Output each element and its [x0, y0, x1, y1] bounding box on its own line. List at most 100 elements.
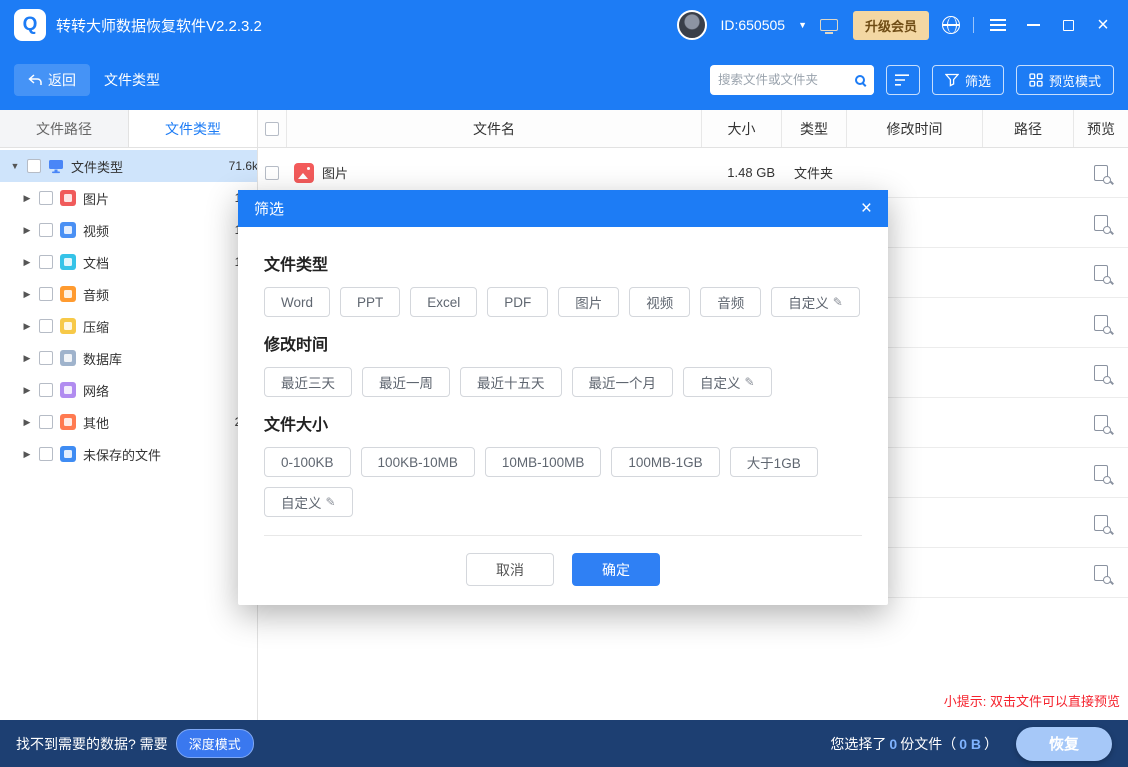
- chevron-down-icon[interactable]: ▼: [798, 20, 807, 30]
- filter-dialog-header: 筛选 ×: [238, 190, 888, 227]
- menu-button[interactable]: [987, 14, 1009, 36]
- close-button[interactable]: ×: [1092, 14, 1114, 36]
- tree-item-label: 压缩: [83, 317, 109, 336]
- header-checkbox-cell: [258, 110, 286, 147]
- checkbox[interactable]: [39, 223, 53, 237]
- expander-icon[interactable]: ▶: [22, 257, 32, 268]
- expander-open-icon[interactable]: ▼: [10, 161, 20, 171]
- tree-item-other[interactable]: ▶ 其他 22.9: [0, 406, 257, 438]
- column-type[interactable]: 类型: [781, 110, 846, 147]
- tab-file-path[interactable]: 文件路径: [0, 110, 129, 147]
- avatar[interactable]: [677, 10, 707, 40]
- preview-icon[interactable]: [1094, 465, 1108, 481]
- recover-button[interactable]: 恢复: [1016, 727, 1112, 761]
- filter-chip-video[interactable]: 视频: [629, 287, 690, 317]
- filter-chip-audio[interactable]: 音频: [700, 287, 761, 317]
- preview-icon[interactable]: [1094, 165, 1108, 181]
- checkbox[interactable]: [39, 191, 53, 205]
- column-filename[interactable]: 文件名: [286, 110, 701, 147]
- filter-chip-10mb-100mb[interactable]: 10MB-100MB: [485, 447, 602, 477]
- globe-icon[interactable]: [942, 16, 960, 34]
- maximize-icon: [1063, 20, 1074, 31]
- selection-middle: 份文件（: [900, 736, 956, 752]
- filter-chip-custom-size[interactable]: 自定义✎: [264, 487, 353, 517]
- checkbox[interactable]: [39, 255, 53, 269]
- sort-toggle-button[interactable]: [886, 65, 920, 95]
- tree-item-unsaved[interactable]: ▶ 未保存的文件 1: [0, 438, 257, 470]
- preview-icon[interactable]: [1094, 315, 1108, 331]
- preview-icon[interactable]: [1094, 265, 1108, 281]
- device-icon[interactable]: [820, 19, 838, 31]
- filter-chip-word[interactable]: Word: [264, 287, 330, 317]
- checkbox[interactable]: [39, 383, 53, 397]
- expander-icon[interactable]: ▶: [22, 417, 32, 428]
- filter-chip-image[interactable]: 图片: [558, 287, 619, 317]
- tree-item-images[interactable]: ▶ 图片 18.3: [0, 182, 257, 214]
- expander-icon[interactable]: ▶: [22, 385, 32, 396]
- expander-icon[interactable]: ▶: [22, 449, 32, 460]
- preview-mode-button[interactable]: 预览模式: [1016, 65, 1114, 95]
- column-preview[interactable]: 预览: [1073, 110, 1128, 147]
- checkbox[interactable]: [39, 447, 53, 461]
- expander-icon[interactable]: ▶: [22, 289, 32, 300]
- preview-icon[interactable]: [1094, 215, 1108, 231]
- checkbox[interactable]: [39, 287, 53, 301]
- search-input[interactable]: [710, 73, 846, 87]
- tree-root-file-type[interactable]: ▼ 文件类型 71.6k: [0, 150, 257, 182]
- filter-chip-100mb-1gb[interactable]: 100MB-1GB: [611, 447, 719, 477]
- filter-chip-100kb-10mb[interactable]: 100KB-10MB: [361, 447, 475, 477]
- column-path[interactable]: 路径: [982, 110, 1073, 147]
- filter-chip-last-3-days[interactable]: 最近三天: [264, 367, 352, 397]
- dialog-close-button[interactable]: ×: [861, 199, 872, 218]
- tree-item-audio[interactable]: ▶ 音频 14: [0, 278, 257, 310]
- tree-item-archives[interactable]: ▶ 压缩 15: [0, 310, 257, 342]
- filter-chip-ppt[interactable]: PPT: [340, 287, 400, 317]
- dialog-actions: 取消 确定: [264, 536, 862, 605]
- maximize-button[interactable]: [1057, 14, 1079, 36]
- tree-item-network[interactable]: ▶ 网络 15: [0, 374, 257, 406]
- cell-path: [982, 298, 1073, 347]
- filter-chip-over-1gb[interactable]: 大于1GB: [730, 447, 818, 477]
- checkbox[interactable]: [27, 159, 41, 173]
- preview-icon[interactable]: [1094, 565, 1108, 581]
- search-button[interactable]: [846, 65, 874, 95]
- checkbox[interactable]: [39, 319, 53, 333]
- tab-file-type[interactable]: 文件类型: [129, 110, 257, 147]
- back-button[interactable]: 返回: [14, 64, 90, 96]
- upgrade-member-button[interactable]: 升级会员: [853, 11, 929, 40]
- filter-chip-custom-time[interactable]: 自定义✎: [683, 367, 772, 397]
- titlebar-divider: [973, 17, 974, 33]
- cancel-button[interactable]: 取消: [466, 553, 554, 586]
- filter-chip-excel[interactable]: Excel: [410, 287, 477, 317]
- custom-label: 自定义: [788, 292, 829, 312]
- tree-item-documents[interactable]: ▶ 文档 13.3: [0, 246, 257, 278]
- preview-icon[interactable]: [1094, 365, 1108, 381]
- filter-button[interactable]: 筛选: [932, 65, 1004, 95]
- tip-text: 小提示: 双击文件可以直接预览: [944, 691, 1120, 710]
- filter-chip-last-week[interactable]: 最近一周: [362, 367, 450, 397]
- preview-icon[interactable]: [1094, 415, 1108, 431]
- select-all-checkbox[interactable]: [265, 122, 279, 136]
- column-size[interactable]: 大小: [701, 110, 781, 147]
- filter-chip-custom-type[interactable]: 自定义✎: [771, 287, 860, 317]
- filter-chip-0-100kb[interactable]: 0-100KB: [264, 447, 351, 477]
- filter-chip-last-15-days[interactable]: 最近十五天: [460, 367, 562, 397]
- preview-icon[interactable]: [1094, 515, 1108, 531]
- expander-icon[interactable]: ▶: [22, 321, 32, 332]
- expander-icon[interactable]: ▶: [22, 353, 32, 364]
- cell-path: [982, 548, 1073, 597]
- expander-icon[interactable]: ▶: [22, 193, 32, 204]
- tree-item-database[interactable]: ▶ 数据库 17: [0, 342, 257, 374]
- column-modified[interactable]: 修改时间: [846, 110, 982, 147]
- expander-icon[interactable]: ▶: [22, 225, 32, 236]
- deep-mode-button[interactable]: 深度模式: [176, 729, 254, 758]
- confirm-button[interactable]: 确定: [572, 553, 660, 586]
- minimize-button[interactable]: [1022, 14, 1044, 36]
- checkbox[interactable]: [39, 351, 53, 365]
- filter-chip-last-month[interactable]: 最近一个月: [572, 367, 674, 397]
- filter-chip-pdf[interactable]: PDF: [487, 287, 548, 317]
- checkbox[interactable]: [39, 415, 53, 429]
- tree-item-count: 71.6k: [229, 159, 257, 173]
- row-checkbox[interactable]: [265, 166, 279, 180]
- tree-item-videos[interactable]: ▶ 视频 16.5: [0, 214, 257, 246]
